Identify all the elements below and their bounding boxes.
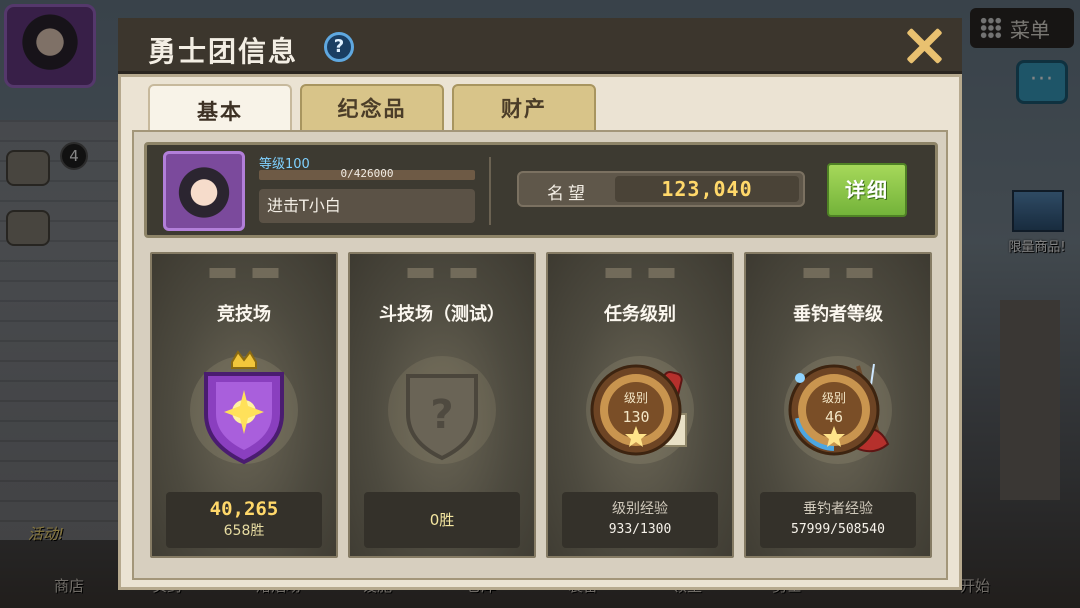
xp-text: 0/426000 — [340, 167, 394, 180]
purple-shield-crown-icon — [190, 350, 298, 465]
quest-level-card[interactable]: 任务级别 级别 130 级别经验 933/1300 — [546, 252, 734, 558]
dialog-title-bar: 勇士团信息 ? — [118, 18, 962, 74]
colosseum-stat: 0胜 — [364, 492, 520, 548]
fame-box: 名望 123,040 — [517, 171, 805, 207]
stat-cards: 竞技场 40,265 658胜 斗技场（测试） ? 0胜 任务级别 级别 130… — [150, 252, 934, 572]
guild-name: 进击T小白 — [259, 189, 475, 223]
arena-wins: 658胜 — [223, 523, 265, 539]
quest-medal-value: 130 — [622, 408, 649, 426]
angler-level-medal-icon: 级别 46 — [784, 356, 892, 464]
fame-label: 名望 — [547, 184, 589, 204]
guild-avatar — [163, 151, 245, 231]
locked-shield-question-icon: ? — [388, 356, 496, 464]
angler-medal-value: 46 — [825, 408, 843, 426]
help-icon[interactable]: ? — [324, 32, 354, 62]
dialog-title: 勇士团信息 — [148, 35, 299, 68]
angler-level-title: 垂钓者等级 — [793, 304, 883, 325]
close-icon[interactable] — [902, 24, 946, 68]
guild-info-dialog: 勇士团信息 ? 基本 纪念品 财产 等级100 0/426000 进击T小白 名… — [118, 18, 962, 590]
quest-medal-label: 级别 — [624, 391, 648, 405]
profile-divider — [489, 157, 491, 225]
quest-level-stat: 级别经验 933/1300 — [562, 492, 718, 548]
arena-stat: 40,265 658胜 — [166, 492, 322, 548]
angler-level-stat: 垂钓者经验 57999/508540 — [760, 492, 916, 548]
colosseum-wins: 0胜 — [429, 511, 455, 529]
arena-title: 竞技场 — [217, 304, 271, 325]
quest-level-medal-icon: 级别 130 — [586, 356, 694, 464]
quest-exp-label: 级别经验 — [612, 501, 668, 517]
card-ornament — [597, 268, 683, 278]
arena-card[interactable]: 竞技场 40,265 658胜 — [150, 252, 338, 558]
colosseum-title: 斗技场（测试） — [379, 304, 505, 325]
profile-panel: 等级100 0/426000 进击T小白 名望 123,040 详细 — [144, 142, 938, 238]
tab-bar: 基本 纪念品 财产 — [148, 84, 596, 136]
card-ornament — [399, 268, 485, 278]
quest-exp-value: 933/1300 — [608, 522, 672, 537]
angler-exp-value: 57999/508540 — [791, 522, 885, 537]
arena-score: 40,265 — [209, 498, 279, 520]
card-ornament — [201, 268, 287, 278]
angler-level-card[interactable]: 垂钓者等级 级别 46 垂钓者经验 57999/508540 — [744, 252, 932, 558]
tab-content-basic: 等级100 0/426000 进击T小白 名望 123,040 详细 竞技场 4… — [132, 130, 948, 580]
card-ornament — [795, 268, 881, 278]
svg-text:?: ? — [430, 392, 453, 438]
angler-medal-label: 级别 — [822, 391, 846, 405]
detail-button[interactable]: 详细 — [827, 163, 907, 217]
tab-basic[interactable]: 基本 — [148, 84, 292, 136]
fame-value: 123,040 — [615, 176, 799, 202]
tab-souvenir[interactable]: 纪念品 — [300, 84, 444, 132]
angler-exp-label: 垂钓者经验 — [803, 501, 873, 517]
colosseum-card[interactable]: 斗技场（测试） ? 0胜 — [348, 252, 536, 558]
quest-level-title: 任务级别 — [604, 304, 676, 325]
tab-assets[interactable]: 财产 — [452, 84, 596, 132]
